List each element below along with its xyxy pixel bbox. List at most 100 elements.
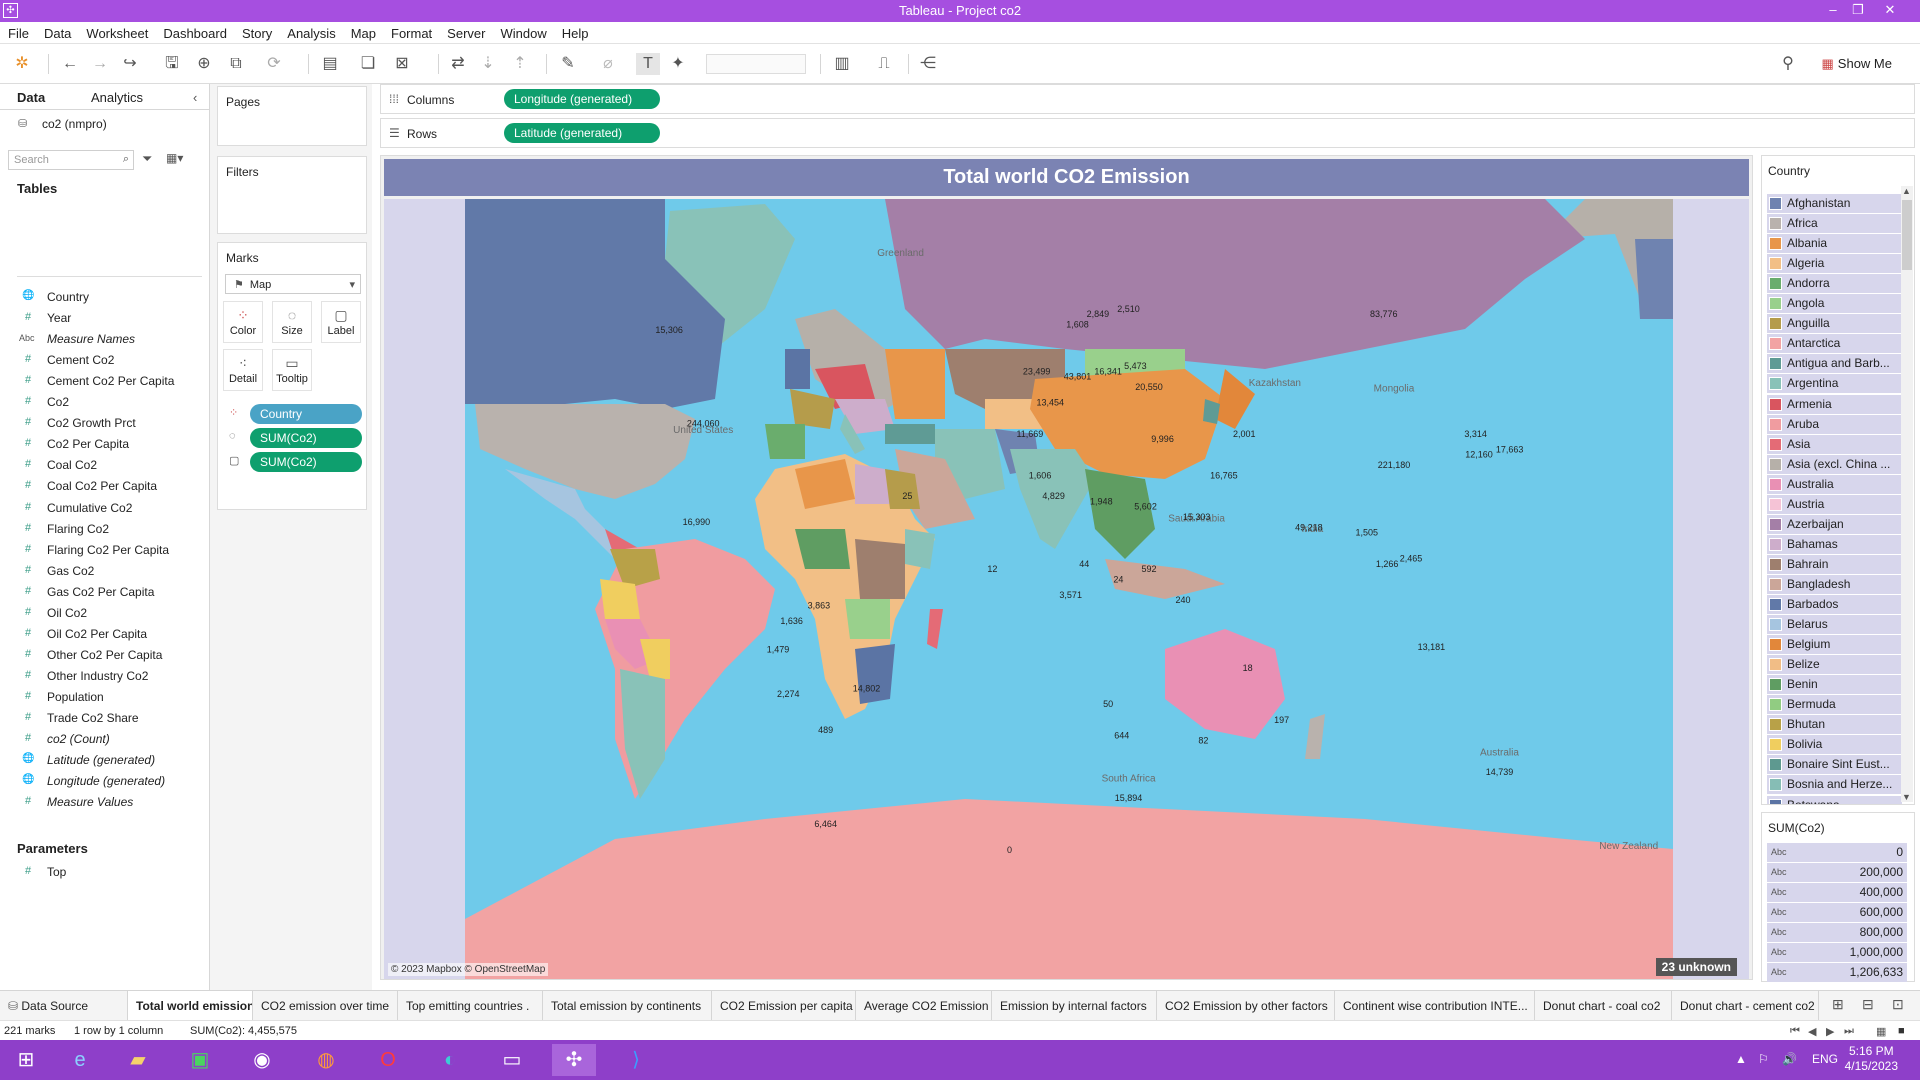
legend-item[interactable]: Bosnia and Herze... <box>1767 775 1902 795</box>
field-oil-co2-per-capita[interactable]: # Oil Co2 Per Capita <box>0 624 205 645</box>
field-gas-co2[interactable]: # Gas Co2 <box>0 561 205 582</box>
next-page-icon[interactable]: ▶ <box>1826 1025 1834 1038</box>
legend-item[interactable]: Afghanistan <box>1767 194 1902 213</box>
tray-overflow-icon[interactable]: ▲ <box>1735 1052 1747 1066</box>
field-co2[interactable]: # Co2 <box>0 392 205 413</box>
field-oil-co2[interactable]: # Oil Co2 <box>0 603 205 624</box>
legend-item[interactable]: Bermuda <box>1767 695 1902 715</box>
world-map[interactable]: GreenlandUnited StatesKazakhstan Mongolia… <box>465 199 1673 979</box>
restore-icon[interactable]: ❐ <box>1848 2 1868 18</box>
start-icon[interactable]: ⊞ <box>4 1044 48 1076</box>
menu-format[interactable]: Format <box>383 22 439 41</box>
size-legend-item[interactable]: Abc 400,000 <box>1767 883 1907 902</box>
duplicate-sheet-icon[interactable]: ❏ <box>356 53 380 75</box>
redo-icon[interactable]: → <box>88 53 112 75</box>
close-icon[interactable]: ✕ <box>1880 2 1900 18</box>
detail-button[interactable]: ⁖ Detail <box>223 349 263 391</box>
sheet-tab[interactable]: Top emitting countries . <box>398 991 543 1020</box>
file-explorer-icon[interactable]: ▰ <box>116 1044 160 1076</box>
legend-item[interactable]: Benin <box>1767 675 1902 695</box>
legend-item[interactable]: Australia <box>1767 474 1902 494</box>
country-turkey[interactable] <box>885 424 935 444</box>
first-page-icon[interactable]: ⏮ <box>1790 1025 1800 1038</box>
filter-fields-icon[interactable]: ⏷ <box>142 151 152 167</box>
field-flaring-co2-per-capita[interactable]: # Flaring Co2 Per Capita <box>0 540 205 561</box>
menu-help[interactable]: Help <box>554 22 596 41</box>
field-cement-co2-per-capita[interactable]: # Cement Co2 Per Capita <box>0 371 205 392</box>
pages-card[interactable]: Pages <box>217 86 367 146</box>
tab-analytics[interactable]: Analytics <box>91 90 143 105</box>
sheet-tab[interactable]: CO2 Emission by other factors <box>1157 991 1335 1020</box>
legend-item[interactable]: Andorra <box>1767 274 1902 294</box>
group-icon[interactable]: ⌀ <box>596 53 620 75</box>
size-legend-item[interactable]: Abc 200,000 <box>1767 863 1907 882</box>
menu-story[interactable]: Story <box>234 22 279 41</box>
legend-scrollbar[interactable]: ▲ ▼ <box>1901 186 1913 802</box>
country-ethiopia[interactable] <box>905 529 935 569</box>
rows-shelf[interactable]: ☰ Rows Latitude (generated) <box>380 118 1915 148</box>
sheet-tab[interactable]: Donut chart - cement co2 <box>1672 991 1819 1020</box>
field-country[interactable]: 🌐 Country <box>0 287 205 308</box>
viz-title[interactable]: Total world CO2 Emission <box>384 159 1749 196</box>
field-other-industry-co2[interactable]: # Other Industry Co2 <box>0 666 205 687</box>
sheet-tab[interactable]: Continent wise contribution INTE... <box>1335 991 1535 1020</box>
card-visibility-icon[interactable]: ▥ <box>830 53 854 75</box>
tableau-taskbar-icon[interactable]: ✣ <box>552 1044 596 1076</box>
field-other-co2-per-capita[interactable]: # Other Co2 Per Capita <box>0 645 205 666</box>
fit-dropdown[interactable] <box>706 54 806 74</box>
highlight-icon[interactable]: ✎ <box>556 53 580 75</box>
menu-window[interactable]: Window <box>492 22 553 41</box>
volume-icon[interactable]: 🔊 <box>1782 1052 1797 1066</box>
field-longitude-generated[interactable]: 🌐 Longitude (generated) <box>0 771 205 792</box>
undo-icon[interactable]: ← <box>58 53 82 75</box>
legend-item[interactable]: Asia (excl. China ... <box>1767 454 1902 474</box>
legend-item[interactable]: Botswana <box>1767 795 1902 804</box>
legend-item[interactable]: Bahamas <box>1767 534 1902 554</box>
vscode-icon[interactable]: ⟩ <box>614 1044 658 1076</box>
country-spain[interactable] <box>765 424 805 459</box>
country-uk[interactable] <box>785 349 810 389</box>
show-labels-icon[interactable]: T <box>636 53 660 75</box>
legend-item[interactable]: Africa <box>1767 214 1902 234</box>
prev-page-icon[interactable]: ◀ <box>1808 1025 1816 1038</box>
size-legend-item[interactable]: Abc 800,000 <box>1767 923 1907 942</box>
legend-item[interactable]: Armenia <box>1767 394 1902 414</box>
country-ukraine[interactable] <box>885 349 945 419</box>
map-container[interactable]: Greenland United States Kazakhstan Mongolia… <box>384 199 1749 979</box>
presentation-mode-icon[interactable]: ⎍ <box>872 53 896 75</box>
sort-ascending-icon[interactable]: ⇣ <box>476 53 500 75</box>
legend-item[interactable]: Asia <box>1767 434 1902 454</box>
edge-icon[interactable]: ◐ <box>428 1044 472 1076</box>
label-button[interactable]: ▢ Label <box>321 301 361 343</box>
legend-item[interactable]: Bolivia <box>1767 735 1902 755</box>
map-attribution[interactable]: © 2023 Mapbox © OpenStreetMap <box>388 963 549 976</box>
pin-icon[interactable]: ⚲ <box>1776 53 1800 75</box>
legend-item[interactable]: Aruba <box>1767 414 1902 434</box>
clear-sheet-icon[interactable]: ⊠ <box>390 53 414 75</box>
menu-analysis[interactable]: Analysis <box>279 22 342 41</box>
country-colombia[interactable] <box>600 579 640 619</box>
search-input[interactable]: Search ⌕ <box>8 150 134 170</box>
new-story-tab-icon[interactable]: ⊡ <box>1892 996 1904 1013</box>
field-coal-co2-per-capita[interactable]: # Coal Co2 Per Capita <box>0 476 205 497</box>
country-south-africa[interactable] <box>855 644 895 704</box>
tableau-logo-icon[interactable]: ✲ <box>10 53 34 75</box>
filters-card[interactable]: Filters <box>217 156 367 234</box>
new-datasource-icon[interactable]: ⊕ <box>192 53 216 75</box>
sheet-tab[interactable]: Total emission by continents <box>543 991 712 1020</box>
sheet-tab[interactable]: Emission by internal factors <box>992 991 1157 1020</box>
last-page-icon[interactable]: ⏭ <box>1844 1025 1854 1038</box>
menu-worksheet[interactable]: Worksheet <box>78 22 155 41</box>
field-year[interactable]: # Year <box>0 308 205 329</box>
field-gas-co2-per-capita[interactable]: # Gas Co2 Per Capita <box>0 582 205 603</box>
field-latitude-generated[interactable]: 🌐 Latitude (generated) <box>0 750 205 771</box>
legend-item[interactable]: Belgium <box>1767 635 1902 655</box>
field-measure-values[interactable]: # Measure Values <box>0 792 205 813</box>
legend-item[interactable]: Bonaire Sint Eust... <box>1767 755 1902 775</box>
sheet-tab[interactable]: CO2 emission over time <box>253 991 398 1020</box>
field-co2-growth-prct[interactable]: # Co2 Growth Prct <box>0 413 205 434</box>
scroll-down-icon[interactable]: ▼ <box>1902 792 1911 802</box>
chrome-icon[interactable]: ◉ <box>240 1044 284 1076</box>
show-me-button[interactable]: ▦ Show Me <box>1822 56 1893 72</box>
new-dashboard-tab-icon[interactable]: ⊟ <box>1862 996 1874 1013</box>
